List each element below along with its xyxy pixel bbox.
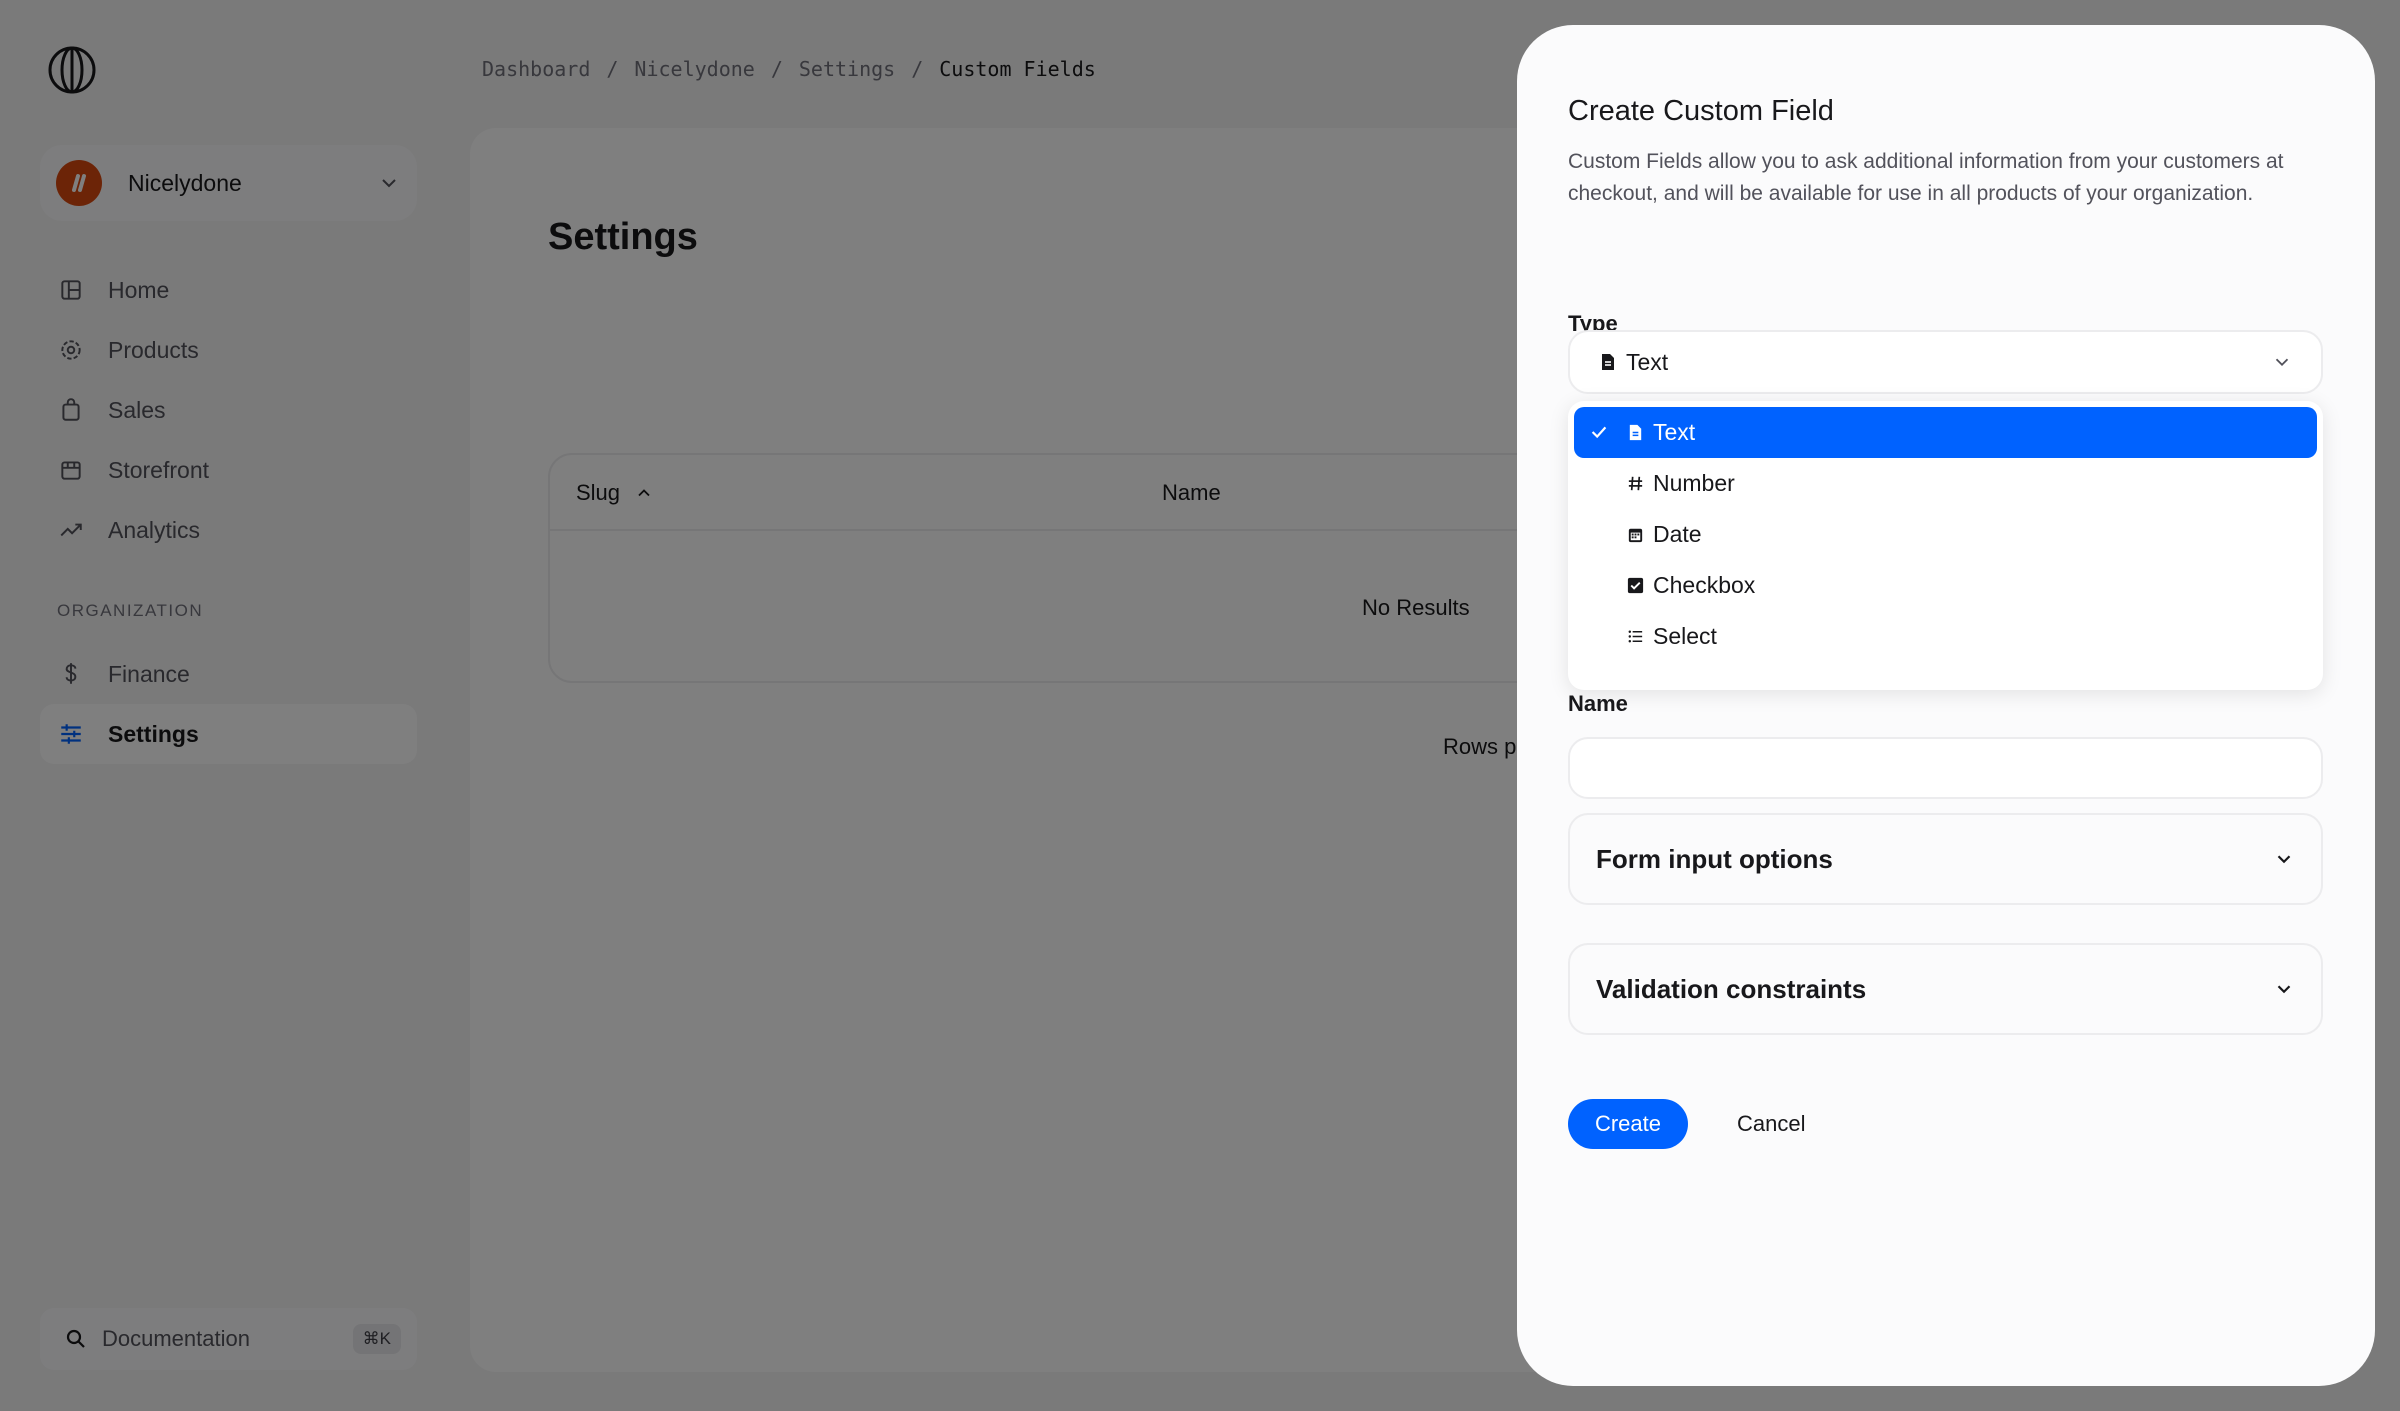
chevron-down-icon — [2277, 855, 2291, 864]
type-option-date[interactable]: Date — [1574, 509, 2317, 560]
type-select[interactable]: Text — [1568, 330, 2323, 394]
checkbox-icon — [1627, 577, 1644, 594]
option-label: Date — [1653, 521, 1702, 547]
calendar-icon — [1628, 528, 1643, 543]
type-option-select[interactable]: Select — [1574, 611, 2317, 662]
cancel-button[interactable]: Cancel — [1717, 1099, 1825, 1149]
create-button[interactable]: Create — [1568, 1099, 1688, 1149]
modal-description: Custom Fields allow you to ask additiona… — [1568, 150, 2284, 205]
type-option-checkbox[interactable]: Checkbox — [1574, 560, 2317, 611]
option-label: Number — [1653, 470, 1735, 496]
check-icon — [1591, 426, 1607, 439]
chevron-down-icon — [2275, 358, 2289, 367]
modal-title: Create Custom Field — [1568, 95, 1834, 127]
option-label: Text — [1653, 419, 1696, 445]
hash-icon — [1628, 476, 1643, 491]
option-label: Checkbox — [1653, 572, 1756, 598]
type-option-text[interactable]: Text — [1574, 407, 2317, 458]
list-icon — [1628, 630, 1643, 643]
form-input-options-accordion[interactable]: Form input options — [1568, 813, 2323, 905]
type-select-value: Text — [1626, 348, 1669, 375]
name-label: Name — [1568, 691, 1628, 716]
document-icon — [1629, 424, 1642, 441]
accordion-title: Validation constraints — [1596, 973, 1867, 1004]
option-label: Select — [1653, 623, 1717, 649]
document-icon — [1602, 354, 1614, 370]
validation-constraints-accordion[interactable]: Validation constraints — [1568, 943, 2323, 1035]
type-dropdown-menu: Text Number Date Checkbox Select — [1568, 401, 2323, 690]
create-custom-field-modal: Create Custom Field Custom Fields allow … — [1517, 25, 2375, 1386]
chevron-down-icon — [2277, 985, 2291, 994]
accordion-title: Form input options — [1596, 843, 1833, 874]
type-option-number[interactable]: Number — [1574, 458, 2317, 509]
name-input[interactable] — [1568, 737, 2323, 799]
